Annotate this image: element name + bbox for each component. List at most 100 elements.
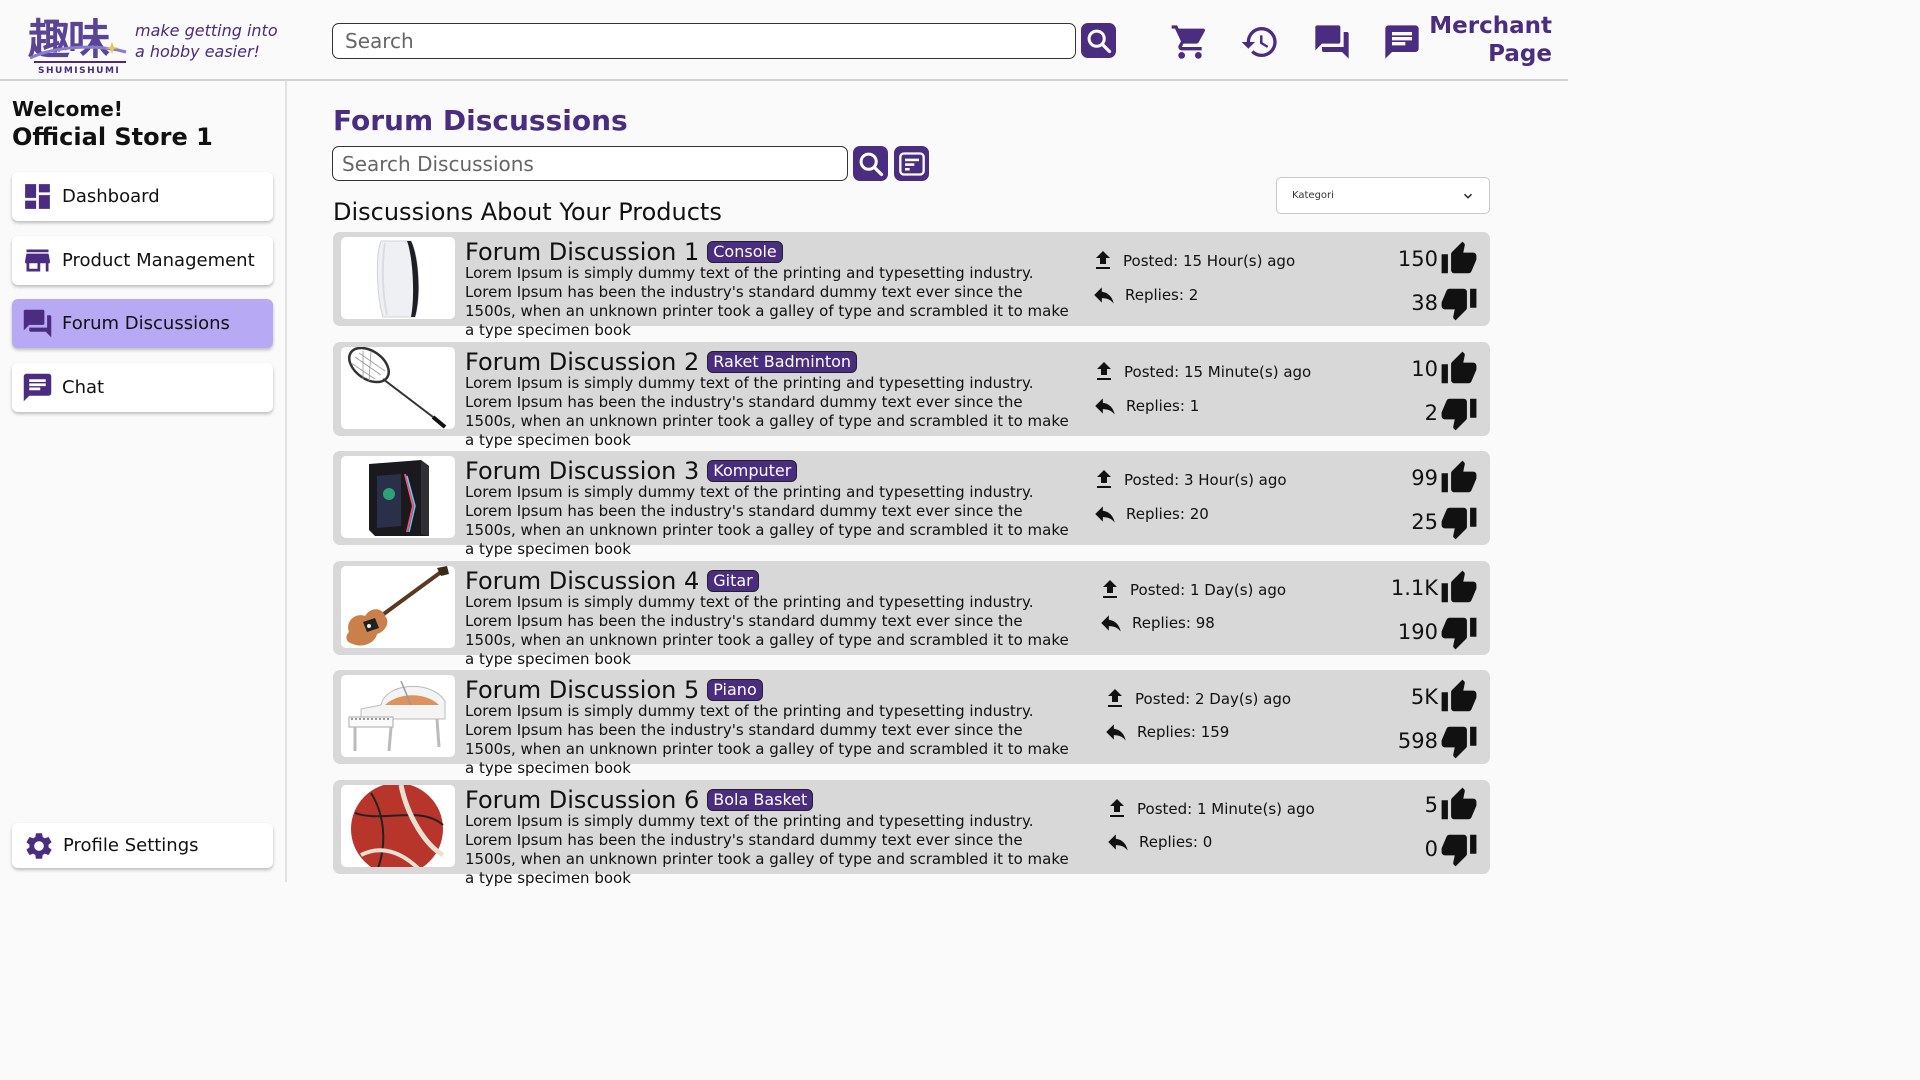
discussion-title-row: Forum Discussion 2 Raket Badminton [465,348,858,376]
thumbs-down-icon[interactable] [1440,722,1478,760]
reply-icon [1095,398,1115,415]
kategori-dropdown[interactable]: Kategori [1276,177,1490,214]
thumbs-up-icon[interactable] [1440,569,1478,607]
category-tag[interactable]: Bola Basket [707,789,814,811]
cart-icon[interactable] [1170,22,1210,62]
computer-case-image [341,456,455,538]
category-tag[interactable]: Gitar [707,570,759,592]
discussion-title-row: Forum Discussion 1 Console [465,238,783,266]
thumbs-up-icon[interactable] [1440,459,1478,497]
search-button[interactable] [1081,23,1116,58]
replies-info: Replies: 0 [1105,829,1212,855]
merchant-line-2: Page [1488,41,1552,67]
thumbs-up-icon[interactable] [1440,240,1478,278]
profile-settings-button[interactable]: Profile Settings [12,823,273,868]
upload-icon [1103,580,1117,598]
forum-icon[interactable] [1312,22,1352,62]
likes-counter: 1.1K [1391,569,1478,607]
discussion-description: Lorem Ipsum is simply dummy text of the … [465,812,1069,887]
dislikes-counter: 190 [1398,613,1478,651]
discussion-card[interactable]: Forum Discussion 6 Bola Basket Lorem Ips… [333,780,1490,887]
history-icon[interactable] [1240,22,1280,62]
search-icon [859,152,883,176]
section-title: Discussions About Your Products [333,198,722,226]
merchant-page-link[interactable]: Merchant Page [1429,12,1552,68]
likes-counter: 5K [1411,678,1478,716]
dislikes-counter: 598 [1398,722,1478,760]
chat-icon [23,373,52,402]
reply-icon [1108,834,1128,851]
posted-info: Posted: 1 Minute(s) ago [1105,797,1315,821]
discussion-title-row: Forum Discussion 3 Komputer [465,457,798,485]
discussion-card[interactable]: Forum Discussion 3 Komputer Lorem Ipsum … [333,451,1490,558]
category-tag[interactable]: Console [707,241,783,263]
sidebar-item-label: Dashboard [62,186,160,207]
dislikes-count: 2 [1424,401,1438,425]
upload-icon [1097,470,1111,488]
thumbs-down-icon[interactable] [1440,613,1478,651]
discussion-card[interactable]: Forum Discussion 5 Piano Lorem Ipsum is … [333,670,1490,777]
sidebar-item-label: Product Management [62,250,255,271]
category-tag[interactable]: Piano [707,679,763,701]
thumbs-down-icon[interactable] [1440,394,1478,432]
thumbs-down-icon[interactable] [1440,503,1478,541]
likes-counter: 10 [1411,350,1478,388]
replies-text: Replies: 1 [1126,397,1200,415]
sidebar-item-forum-discussions[interactable]: Forum Discussions [12,299,273,348]
chat-icon[interactable] [1382,22,1422,62]
discussion-search-button[interactable] [853,146,888,181]
discussion-description: Lorem Ipsum is simply dummy text of the … [465,702,1069,777]
discussion-card[interactable]: Forum Discussion 1 Console Lorem Ipsum i… [333,232,1490,339]
thumbs-down-icon[interactable] [1440,830,1478,868]
replies-info: Replies: 159 [1103,719,1229,745]
discussion-title-row: Forum Discussion 6 Bola Basket [465,786,814,814]
page-title: Forum Discussions [333,104,628,137]
posted-text: Posted: 2 Day(s) ago [1135,690,1292,708]
discussion-title: Forum Discussion 1 [465,238,700,266]
badminton-racket-image [341,347,455,429]
reply-icon [1095,506,1115,523]
discussion-title: Forum Discussion 5 [465,676,700,704]
thumbs-up-icon[interactable] [1440,678,1478,716]
basketball-image [341,785,455,867]
store-icon [25,249,50,272]
discussion-description: Lorem Ipsum is simply dummy text of the … [465,483,1069,558]
dislikes-count: 38 [1411,291,1438,315]
dislikes-count: 190 [1397,620,1438,644]
merchant-line-1: Merchant [1429,13,1552,39]
sidebar-item-chat[interactable]: Chat [12,363,273,412]
discussion-title: Forum Discussion 6 [465,786,700,814]
thumbs-up-icon[interactable] [1440,350,1478,388]
likes-count: 150 [1397,247,1438,271]
guitar-image [341,566,455,648]
brand-logo[interactable]: 趣味 SHUMISHUMI [26,6,130,76]
discussion-description: Lorem Ipsum is simply dummy text of the … [465,264,1069,339]
posted-info: Posted: 15 Minute(s) ago [1092,360,1311,384]
sidebar-item-dashboard[interactable]: Dashboard [12,172,273,221]
posted-info: Posted: 1 Day(s) ago [1098,578,1286,602]
likes-counter: 99 [1411,459,1478,497]
upload-icon [1108,689,1122,707]
upload-icon [1096,251,1110,269]
category-tag[interactable]: Raket Badminton [707,351,858,373]
discussion-description: Lorem Ipsum is simply dummy text of the … [465,374,1069,449]
posted-info: Posted: 2 Day(s) ago [1103,687,1291,711]
dislikes-counter: 38 [1411,284,1478,322]
sort-button[interactable] [894,146,929,181]
likes-count: 10 [1411,357,1438,381]
thumbs-up-icon[interactable] [1440,786,1478,824]
sidebar-item-product-management[interactable]: Product Management [12,236,273,285]
kategori-label: Kategori [1292,190,1334,201]
likes-count: 1.1K [1390,576,1438,600]
replies-info: Replies: 2 [1091,282,1198,308]
likes-count: 5 [1424,793,1438,817]
category-tag[interactable]: Komputer [707,460,798,482]
thumbs-down-icon[interactable] [1440,284,1478,322]
replies-info: Replies: 98 [1098,610,1215,636]
discussion-card[interactable]: Forum Discussion 2 Raket Badminton Lorem… [333,342,1490,449]
replies-text: Replies: 20 [1126,505,1209,523]
discussion-search-input[interactable] [332,146,848,181]
search-input[interactable] [332,23,1076,59]
replies-text: Replies: 2 [1125,286,1199,304]
discussion-card[interactable]: Forum Discussion 4 Gitar Lorem Ipsum is … [333,561,1490,668]
